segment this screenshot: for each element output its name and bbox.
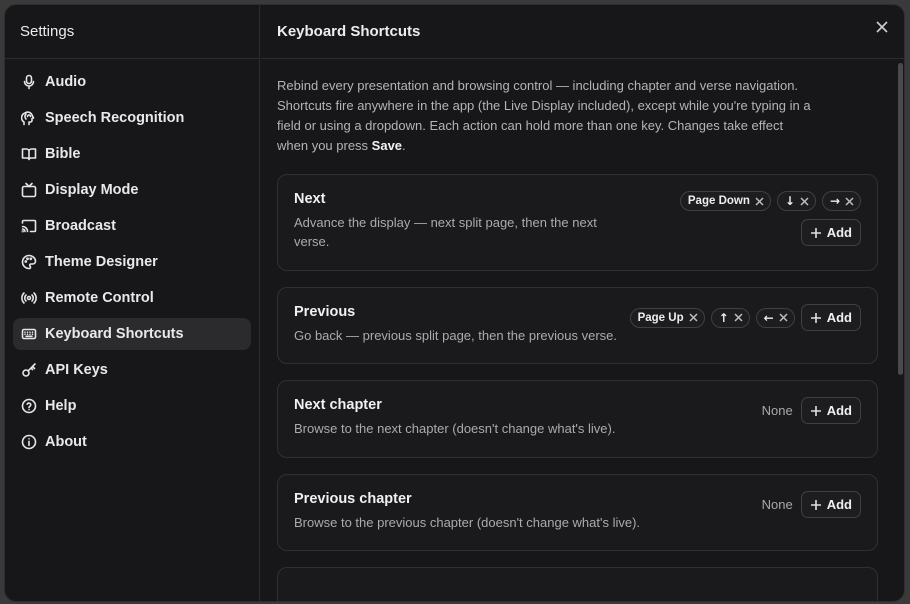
close-icon [876,21,888,33]
sidebar-item-label: Remote Control [45,290,154,306]
close-icon [755,196,764,206]
close-icon [779,313,788,322]
sidebar-item-theme-designer[interactable]: Theme Designer [13,246,251,278]
plus-icon [810,499,821,510]
shortcut-keys: None Add [762,491,861,518]
key-chip: → [821,191,861,211]
key-icon [21,362,37,378]
sidebar-item-keyboard-shortcuts[interactable]: Keyboard Shortcuts [13,318,251,350]
intro-text: Rebind every presentation and browsing c… [277,76,817,156]
remove-key-button[interactable] [845,196,854,206]
sidebar-item-label: Speech Recognition [45,110,185,126]
intro-end: . [402,138,406,153]
sidebar-item-broadcast[interactable]: Broadcast [13,210,251,242]
sidebar-item-label: Bible [45,146,81,162]
keyboard-icon [21,326,37,342]
sidebar-item-label: Help [45,398,77,414]
scrollbar[interactable] [897,63,903,601]
add-label: Add [826,403,852,418]
radio-icon [21,290,37,306]
shortcuts-content[interactable]: Rebind every presentation and browsing c… [261,60,894,601]
key-chip: Page Down [679,191,771,211]
close-icon [845,196,854,206]
shortcut-card-next-chapter: Next chapter Browse to the next chapter … [277,380,878,458]
shortcut-card-previous: Previous Go back — previous split page, … [277,287,878,364]
no-keys-label: None [761,403,793,418]
key-chip: ← [755,307,795,328]
shortcut-card-next: Next Advance the display — next split pa… [277,174,878,271]
plus-icon [810,312,821,323]
shortcut-card-previous-chapter: Previous chapter Browse to the previous … [277,474,878,551]
tv-icon [21,182,37,198]
close-icon [689,313,698,322]
page-title: Keyboard Shortcuts [261,5,904,59]
close-icon [800,196,809,206]
remove-key-button[interactable] [734,313,743,322]
add-label: Add [826,310,852,325]
sidebar-item-label: Display Mode [45,182,139,198]
key-label: Page Down [687,195,750,207]
key-label: ← [763,310,774,325]
cast-icon [21,218,37,234]
add-key-button[interactable]: Add [800,491,861,518]
sidebar-item-bible[interactable]: Bible [13,138,251,170]
sidebar-nav: Audio Speech Recognition Bible Display M… [5,59,259,469]
sidebar-item-about[interactable]: About [13,426,251,458]
main-panel: Keyboard Shortcuts Rebind every presenta… [261,5,904,601]
sidebar-item-label: Broadcast [45,218,116,234]
settings-sidebar: Settings Audio Speech Recognition Bible [5,5,260,601]
sidebar-item-audio[interactable]: Audio [13,66,251,98]
key-chip: Page Up [629,307,705,328]
book-icon [21,146,37,162]
key-label: ↑ [718,310,729,325]
remove-key-button[interactable] [689,313,698,322]
palette-icon [21,254,37,270]
add-key-button[interactable]: Add [800,304,861,331]
sidebar-item-label: About [45,434,87,450]
add-key-button[interactable]: Add [800,219,861,246]
microphone-icon [21,74,37,90]
sidebar-item-label: Keyboard Shortcuts [45,326,184,342]
key-chip: ↑ [710,307,750,328]
sidebar-item-help[interactable]: Help [13,390,251,422]
scrollbar-thumb[interactable] [898,63,903,375]
remove-key-button[interactable] [800,196,809,206]
sidebar-item-label: Theme Designer [45,254,158,270]
sidebar-item-label: API Keys [45,362,108,378]
close-button[interactable] [874,19,890,35]
sidebar-item-label: Audio [45,74,87,90]
info-icon [21,434,37,450]
help-circle-icon [21,398,37,414]
add-key-button[interactable]: Add [800,397,861,424]
shortcut-description: Advance the display — next split page, t… [294,215,597,249]
key-label: → [829,194,840,208]
shortcut-keys: Page Down ↓ → Add [679,191,861,246]
intro-save-word: Save [371,138,403,153]
sidebar-item-display-mode[interactable]: Display Mode [13,174,251,206]
intro-body: Rebind every presentation and browsing c… [277,78,811,153]
remove-key-button[interactable] [779,313,788,322]
no-keys-label: None [761,497,793,512]
close-icon [734,313,743,322]
key-label: Page Up [637,311,684,324]
key-chip: ↓ [776,191,816,211]
add-label: Add [826,225,852,240]
speech-icon [21,110,37,126]
plus-icon [810,405,821,416]
plus-icon [810,227,821,238]
shortcut-keys: Page Up ↑ ← Add [629,304,861,331]
sidebar-item-remote-control[interactable]: Remote Control [13,282,251,314]
settings-window: Settings Audio Speech Recognition Bible [4,4,905,602]
sidebar-title: Settings [5,5,259,59]
shortcut-keys: None Add [762,397,861,424]
remove-key-button[interactable] [755,196,764,206]
key-label: ↓ [784,194,795,208]
sidebar-item-speech-recognition[interactable]: Speech Recognition [13,102,251,134]
sidebar-item-api-keys[interactable]: API Keys [13,354,251,386]
add-label: Add [826,497,852,512]
shortcut-card-partial [277,567,878,601]
